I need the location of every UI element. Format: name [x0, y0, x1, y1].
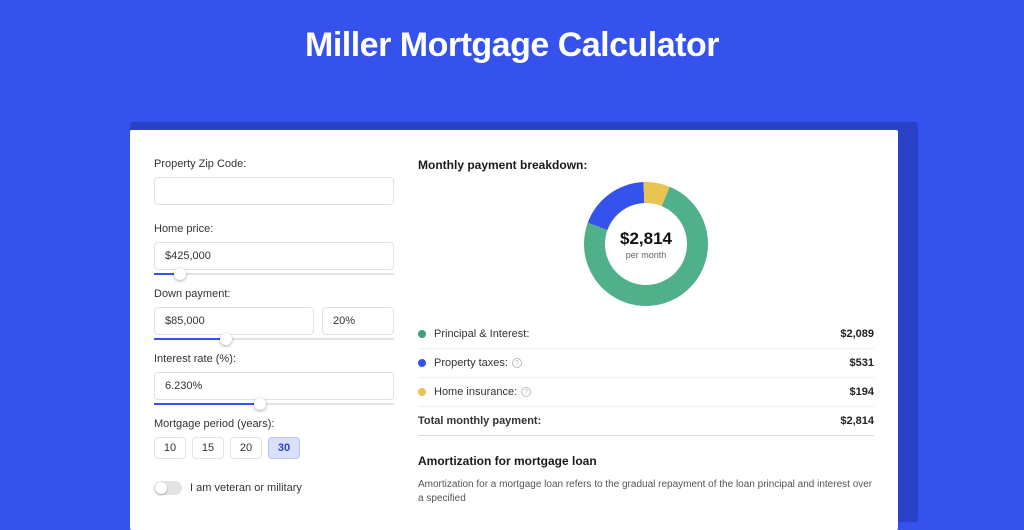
zip-input[interactable] — [154, 177, 394, 205]
donut-chart-wrap: $2,814 per month — [418, 182, 874, 306]
legend-value: $2,814 — [840, 415, 874, 427]
slider-thumb[interactable] — [254, 398, 266, 410]
home-price-slider[interactable] — [154, 273, 394, 275]
field-period: Mortgage period (years): 10 15 20 30 — [154, 418, 394, 459]
legend-label: Principal & Interest: — [434, 328, 840, 340]
field-interest-rate: Interest rate (%): — [154, 353, 394, 400]
legend: Principal & Interest: $2,089 Property ta… — [418, 320, 874, 436]
slider-fill — [154, 403, 260, 405]
dot-icon — [418, 359, 426, 367]
calculator-card: Property Zip Code: Home price: Down paym… — [130, 130, 898, 530]
legend-label: Property taxes: ? — [434, 357, 850, 369]
page-title: Miller Mortgage Calculator — [0, 0, 1024, 85]
field-zip: Property Zip Code: — [154, 158, 394, 205]
breakdown-title: Monthly payment breakdown: — [418, 158, 874, 172]
legend-label: Total monthly payment: — [418, 415, 840, 427]
period-option-30[interactable]: 30 — [268, 437, 300, 459]
legend-row-ins: Home insurance: ? $194 — [418, 378, 874, 407]
field-veteran: I am veteran or military — [154, 481, 394, 495]
legend-value: $531 — [850, 357, 874, 369]
slider-thumb[interactable] — [220, 333, 232, 345]
legend-value: $194 — [850, 386, 874, 398]
legend-text: Property taxes: — [434, 357, 508, 369]
period-label: Mortgage period (years): — [154, 418, 394, 430]
dot-icon — [418, 388, 426, 396]
interest-rate-input[interactable] — [154, 372, 394, 400]
veteran-toggle[interactable] — [154, 481, 182, 495]
info-icon[interactable]: ? — [521, 387, 531, 397]
breakdown-column: Monthly payment breakdown: $2,814 per mo… — [418, 158, 874, 530]
field-down-payment: Down payment: — [154, 288, 394, 335]
period-option-15[interactable]: 15 — [192, 437, 224, 459]
home-price-input[interactable] — [154, 242, 394, 270]
legend-text: Home insurance: — [434, 386, 517, 398]
veteran-label: I am veteran or military — [190, 482, 302, 494]
form-column: Property Zip Code: Home price: Down paym… — [154, 158, 394, 530]
period-options: 10 15 20 30 — [154, 437, 394, 459]
down-payment-slider[interactable] — [154, 338, 394, 340]
donut-sub: per month — [626, 250, 667, 260]
amort-title: Amortization for mortgage loan — [418, 454, 874, 468]
period-option-10[interactable]: 10 — [154, 437, 186, 459]
interest-rate-label: Interest rate (%): — [154, 353, 394, 365]
toggle-knob — [155, 482, 167, 494]
legend-value: $2,089 — [840, 328, 874, 340]
dot-icon — [418, 330, 426, 338]
interest-rate-slider[interactable] — [154, 403, 394, 405]
down-payment-pct-input[interactable] — [322, 307, 394, 335]
home-price-label: Home price: — [154, 223, 394, 235]
donut-chart: $2,814 per month — [584, 182, 708, 306]
legend-text: Principal & Interest: — [434, 328, 529, 340]
slider-fill — [154, 338, 226, 340]
down-payment-label: Down payment: — [154, 288, 394, 300]
donut-amount: $2,814 — [620, 229, 672, 249]
info-icon[interactable]: ? — [512, 358, 522, 368]
donut-center: $2,814 per month — [608, 206, 684, 282]
zip-label: Property Zip Code: — [154, 158, 394, 170]
amort-body: Amortization for a mortgage loan refers … — [418, 478, 874, 506]
legend-row-pi: Principal & Interest: $2,089 — [418, 320, 874, 349]
period-option-20[interactable]: 20 — [230, 437, 262, 459]
legend-row-tax: Property taxes: ? $531 — [418, 349, 874, 378]
field-home-price: Home price: — [154, 223, 394, 270]
legend-row-total: Total monthly payment: $2,814 — [418, 407, 874, 436]
down-payment-input[interactable] — [154, 307, 314, 335]
slider-thumb[interactable] — [174, 268, 186, 280]
legend-label: Home insurance: ? — [434, 386, 850, 398]
